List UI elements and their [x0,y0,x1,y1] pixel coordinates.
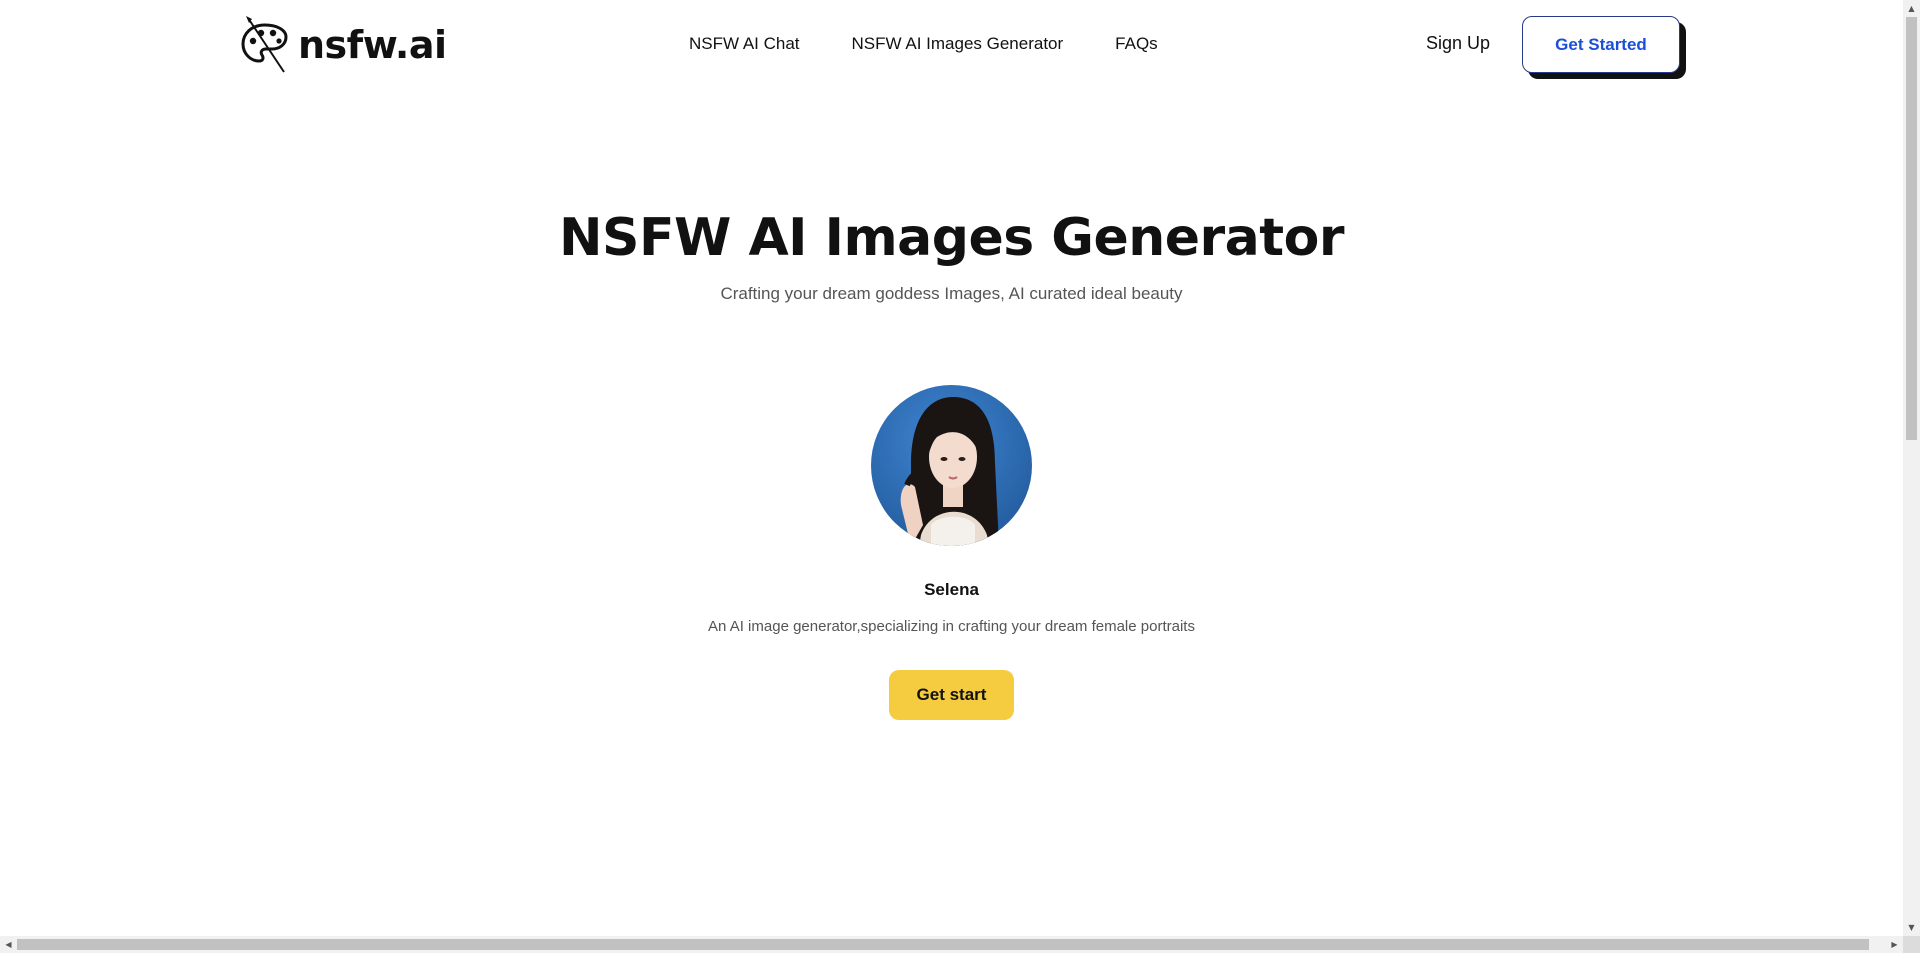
nav-item-faqs[interactable]: FAQs [1115,34,1158,54]
get-start-button[interactable]: Get start [889,670,1014,720]
get-started-button[interactable]: Get Started [1522,16,1680,73]
get-started-wrapper: Get Started [1522,16,1686,79]
arrow-right-icon[interactable]: ▶ [1886,936,1903,953]
arrow-down-icon[interactable]: ▼ [1903,919,1920,936]
portrait-image [871,385,1032,546]
page-viewport: nsfw.ai NSFW AI Chat NSFW AI Images Gene… [0,0,1903,936]
horizontal-scrollbar-thumb[interactable] [17,939,1869,950]
main-nav: NSFW AI Chat NSFW AI Images Generator FA… [689,34,1158,54]
logo-text: nsfw.ai [298,23,447,67]
arrow-up-icon[interactable]: ▲ [1903,0,1920,17]
page-title: NSFW AI Images Generator [558,208,1345,268]
vertical-scrollbar-thumb[interactable] [1906,17,1917,440]
site-header: nsfw.ai NSFW AI Chat NSFW AI Images Gene… [0,0,1903,90]
palette-brush-icon [241,16,288,73]
logo-link[interactable]: nsfw.ai [240,16,447,74]
vertical-scrollbar[interactable]: ▲ ▼ [1903,0,1920,936]
page-subtitle: Crafting your dream goddess Images, AI c… [720,284,1183,303]
avatar [871,385,1032,546]
profile-name: Selena [924,580,979,599]
scrollbar-corner [1903,936,1920,953]
nav-item-images-generator[interactable]: NSFW AI Images Generator [852,34,1064,54]
horizontal-scrollbar[interactable]: ◀ ▶ [0,936,1903,953]
profile-description: An AI image generator,specializing in cr… [708,618,1195,635]
sign-up-link[interactable]: Sign Up [1426,33,1490,54]
nav-item-nsfw-ai-chat[interactable]: NSFW AI Chat [689,34,800,54]
arrow-left-icon[interactable]: ◀ [0,936,17,953]
